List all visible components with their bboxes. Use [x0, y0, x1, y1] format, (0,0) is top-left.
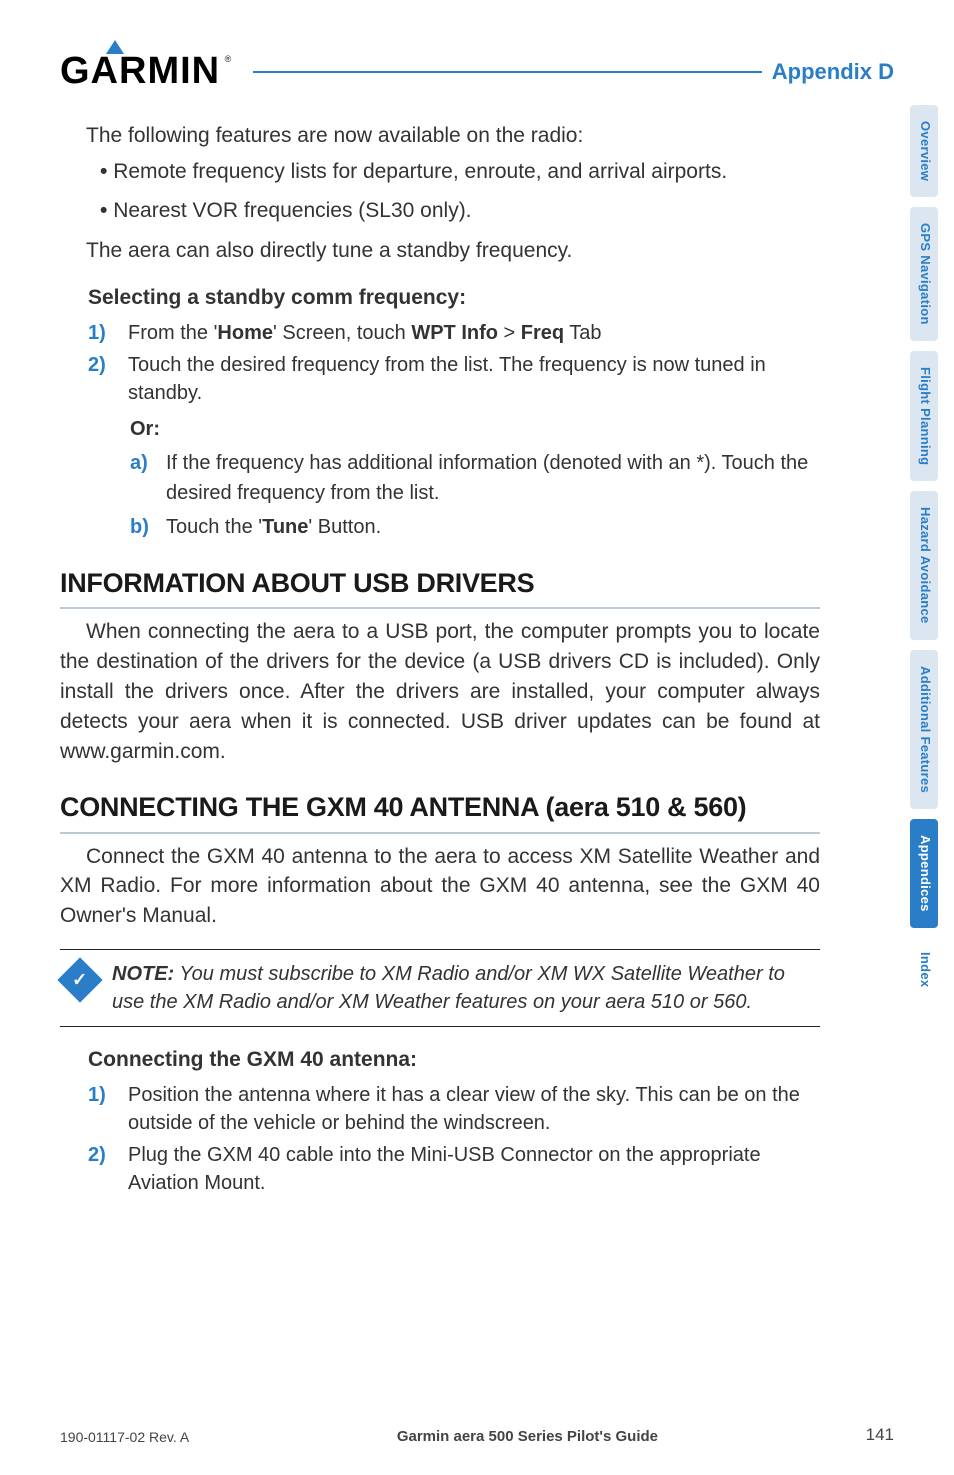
- substep-number: b): [130, 512, 154, 542]
- text: From the ': [128, 322, 217, 344]
- list-item: Nearest VOR frequencies (SL30 only).: [100, 196, 820, 226]
- note-box: ✓ NOTE: You must subscribe to XM Radio a…: [60, 949, 820, 1027]
- connect-heading: Connecting the GXM 40 antenna:: [88, 1045, 820, 1075]
- feature-bullets: Remote frequency lists for departure, en…: [60, 157, 820, 226]
- step-text: Plug the GXM 40 cable into the Mini-USB …: [128, 1141, 820, 1197]
- check-icon: ✓: [72, 967, 87, 993]
- page-header: GARMIN ® Appendix D: [60, 50, 894, 93]
- tab-additional-features: Additional Features: [910, 650, 938, 809]
- substep-text: If the frequency has additional informat…: [166, 448, 820, 508]
- bold: WPT Info: [411, 322, 498, 344]
- bold: Home: [217, 322, 273, 344]
- list-item: 1) Position the antenna where it has a c…: [88, 1081, 820, 1137]
- list-item: a) If the frequency has additional infor…: [130, 448, 820, 508]
- step-number: 1): [88, 319, 114, 347]
- or-label: Or:: [130, 415, 820, 444]
- step-number: 2): [88, 351, 114, 407]
- page-content: The following features are now available…: [60, 121, 820, 1197]
- step-text: Position the antenna where it has a clea…: [128, 1081, 820, 1137]
- tab-overview: Overview: [910, 105, 938, 197]
- substep-text: Touch the 'Tune' Button.: [166, 512, 381, 542]
- footer-left: 190-01117-02 Rev. A: [60, 1429, 189, 1445]
- gxm-heading: CONNECTING THE GXM 40 ANTENNA (aera 510 …: [60, 788, 820, 833]
- step-number: 1): [88, 1081, 114, 1137]
- logo-registered: ®: [225, 54, 232, 64]
- bold: Freq: [521, 322, 564, 344]
- header-rule: [253, 71, 762, 73]
- tab-index: Index: [910, 938, 938, 1001]
- usb-heading: INFORMATION ABOUT USB DRIVERS: [60, 564, 820, 609]
- page-footer: 190-01117-02 Rev. A Garmin aera 500 Seri…: [60, 1425, 894, 1445]
- text: Tab: [564, 322, 601, 344]
- step-text: From the 'Home' Screen, touch WPT Info >…: [128, 319, 602, 347]
- footer-page: 141: [866, 1425, 894, 1445]
- text: Touch the ': [166, 516, 262, 538]
- list-item: b) Touch the 'Tune' Button.: [130, 512, 820, 542]
- header-rule-wrap: Appendix D: [253, 59, 894, 85]
- intro-lead: The following features are now available…: [60, 121, 820, 151]
- connect-steps: 1) Position the antenna where it has a c…: [60, 1081, 820, 1197]
- list-item: 1) From the 'Home' Screen, touch WPT Inf…: [88, 319, 820, 347]
- tab-gps-navigation: GPS Navigation: [910, 207, 938, 341]
- garmin-logo: GARMIN ®: [60, 50, 231, 93]
- tab-appendices: Appendices: [910, 819, 938, 928]
- footer-center: Garmin aera 500 Series Pilot's Guide: [397, 1428, 658, 1445]
- substep-number: a): [130, 448, 154, 508]
- usb-body: When connecting the aera to a USB port, …: [60, 617, 820, 766]
- note-text: NOTE: You must subscribe to XM Radio and…: [112, 960, 820, 1016]
- list-item: 2) Plug the GXM 40 cable into the Mini-U…: [88, 1141, 820, 1197]
- tab-flight-planning: Flight Planning: [910, 351, 938, 481]
- side-tabs: Overview GPS Navigation Flight Planning …: [910, 105, 938, 1001]
- text: ' Screen, touch: [273, 322, 411, 344]
- bold: Tune: [262, 516, 308, 538]
- note-icon: ✓: [57, 957, 102, 1002]
- appendix-label: Appendix D: [772, 59, 894, 85]
- logo-text: GARMIN: [60, 50, 220, 92]
- list-item: 2) Touch the desired frequency from the …: [88, 351, 820, 407]
- intro-after: The aera can also directly tune a standb…: [60, 236, 820, 266]
- standby-heading: Selecting a standby comm frequency:: [88, 283, 820, 313]
- standby-steps: 1) From the 'Home' Screen, touch WPT Inf…: [60, 319, 820, 407]
- list-item: Remote frequency lists for departure, en…: [100, 157, 820, 187]
- step-number: 2): [88, 1141, 114, 1197]
- text: ' Button.: [308, 516, 381, 538]
- text: >: [498, 322, 521, 344]
- note-body: You must subscribe to XM Radio and/or XM…: [112, 963, 785, 1013]
- note-label: NOTE:: [112, 963, 174, 985]
- logo-triangle-icon: [106, 40, 124, 54]
- step-text: Touch the desired frequency from the lis…: [128, 351, 820, 407]
- standby-substeps: a) If the frequency has additional infor…: [60, 448, 820, 542]
- gxm-body: Connect the GXM 40 antenna to the aera t…: [60, 842, 820, 931]
- tab-hazard-avoidance: Hazard Avoidance: [910, 491, 938, 640]
